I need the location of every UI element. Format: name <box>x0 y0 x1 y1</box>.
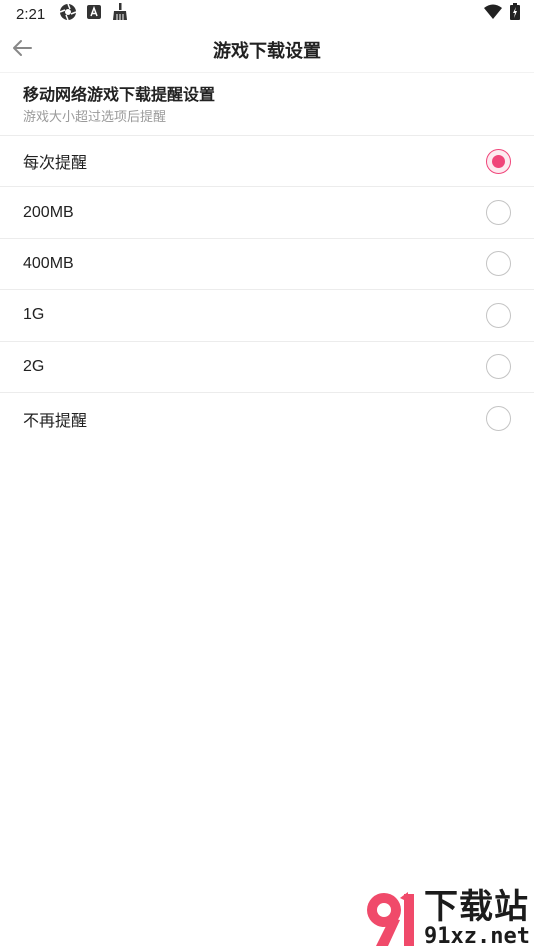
radio-dot <box>492 154 505 168</box>
option-every-time[interactable]: 每次提醒 <box>0 136 534 188</box>
option-label: 200MB <box>23 203 74 221</box>
option-200mb[interactable]: 200MB <box>0 187 534 239</box>
option-never[interactable]: 不再提醒 <box>0 393 534 444</box>
broom-icon <box>111 2 129 26</box>
option-label: 2G <box>23 357 45 375</box>
watermark-url: 91xz.net <box>424 924 530 949</box>
option-label: 400MB <box>23 254 74 272</box>
status-left-icons <box>59 2 129 26</box>
option-1g[interactable]: 1G <box>0 290 534 342</box>
app-bar: 游戏下载设置 <box>0 28 534 72</box>
arrow-left-icon <box>11 37 33 64</box>
status-bar: 2:21 <box>0 0 534 28</box>
section-header: 移动网络游戏下载提醒设置 游戏大小超过选项后提醒 <box>0 72 534 136</box>
radio-button[interactable] <box>486 302 511 328</box>
watermark-text: 下载站 91xz.net <box>424 889 530 949</box>
option-label: 1G <box>23 306 45 324</box>
back-button[interactable] <box>8 36 36 64</box>
radio-button[interactable] <box>486 354 511 380</box>
option-list: 每次提醒 200MB 400MB 1G 2G 不再提醒 <box>0 136 534 444</box>
battery-charging-icon <box>510 3 520 25</box>
app-a-icon <box>87 4 102 24</box>
watermark-logo-icon <box>360 888 422 950</box>
radio-button[interactable] <box>486 200 511 226</box>
radio-button[interactable] <box>486 251 511 277</box>
option-400mb[interactable]: 400MB <box>0 239 534 291</box>
radio-button-selected[interactable] <box>486 148 511 174</box>
watermark-brand: 下载站 <box>424 888 529 926</box>
option-label: 不再提醒 <box>23 412 88 430</box>
watermark: 下载站 91xz.net <box>360 886 532 952</box>
status-right-icons <box>484 3 520 25</box>
section-title: 移动网络游戏下载提醒设置 <box>23 87 216 104</box>
option-label: 每次提醒 <box>23 155 88 173</box>
status-time: 2:21 <box>16 5 46 23</box>
wifi-icon <box>484 4 502 24</box>
radio-button[interactable] <box>486 406 511 432</box>
section-subtitle: 游戏大小超过选项后提醒 <box>23 109 167 124</box>
option-2g[interactable]: 2G <box>0 342 534 393</box>
page-title: 游戏下载设置 <box>213 41 321 61</box>
aperture-icon <box>59 3 77 26</box>
